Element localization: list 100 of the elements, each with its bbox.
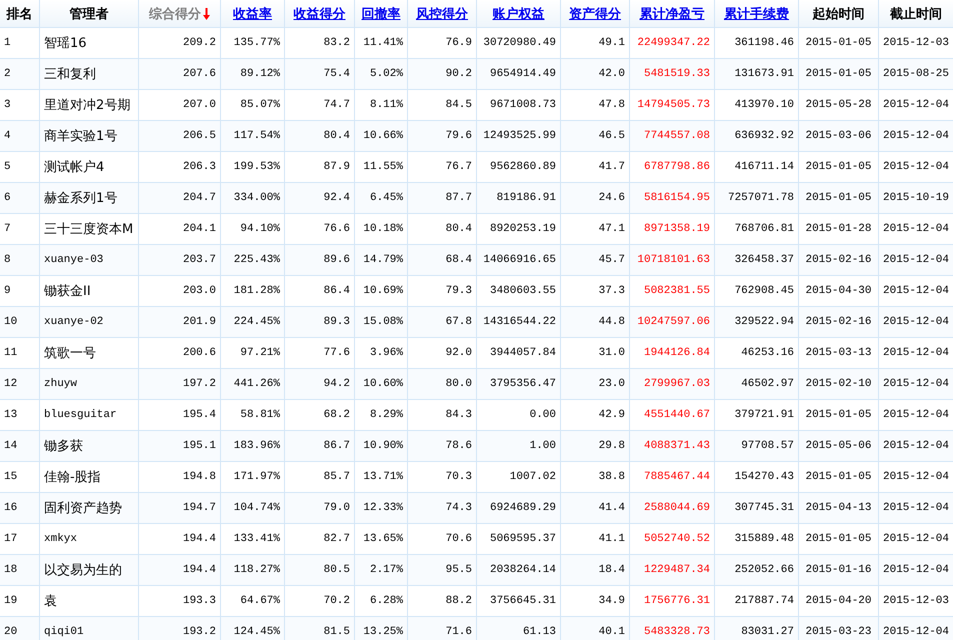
table-cell: 83031.27 (741, 626, 794, 638)
table-cell: 206.3 (182, 161, 216, 173)
table-cell: 1007.02 (510, 471, 556, 483)
manager-name: 商羊实验1号 (44, 128, 118, 145)
table-cell: 195.4 (182, 409, 216, 421)
table-cell: 2015-12-04 (883, 130, 950, 142)
table-cell: 2015-12-04 (883, 254, 950, 266)
table-cell: 762908.45 (734, 285, 794, 297)
table-cell: 10 (4, 316, 18, 328)
table-cell: 7 (4, 223, 11, 235)
table-cell: 1944126.84 (644, 347, 710, 359)
table-cell: 2799967.03 (644, 378, 710, 390)
table-cell: 76.7 (446, 161, 472, 173)
table-cell: 2015-12-04 (883, 285, 950, 297)
sort-link[interactable]: 回撤率 (362, 4, 400, 22)
table-cell: 30720980.49 (483, 37, 556, 49)
table-cell: 217887.74 (734, 595, 794, 607)
table-cell: 6.45% (370, 192, 403, 204)
table-cell: 11.55% (363, 161, 403, 173)
table-cell: 8.29% (370, 409, 403, 421)
table-cell: 201.9 (182, 316, 216, 328)
table-cell: 2015-12-03 (883, 37, 950, 49)
column-header: 排名 (6, 6, 32, 22)
table-cell: 90.2 (446, 68, 472, 80)
sort-link[interactable]: 资产得分 (569, 4, 621, 22)
table-cell: 2015-12-04 (883, 533, 950, 545)
table-cell: 2015-12-04 (883, 564, 950, 576)
table-cell: 94.10% (240, 223, 280, 235)
table-cell: 2015-01-05 (805, 68, 872, 80)
table-cell: 2015-12-04 (883, 440, 950, 452)
table-cell: 117.54% (234, 130, 280, 142)
sort-link[interactable]: 收益得分 (294, 4, 346, 22)
sort-link[interactable]: 风控得分 (416, 4, 468, 22)
table-cell: 74.3 (446, 502, 472, 514)
table-cell: 3944057.84 (490, 347, 556, 359)
table-cell: 85.07% (240, 99, 280, 111)
table-cell: 2015-05-28 (805, 99, 872, 111)
table-cell: 5069595.37 (490, 533, 556, 545)
table-cell: 12.33% (363, 502, 403, 514)
table-cell: 6.28% (370, 595, 403, 607)
table-cell: 15.08% (363, 316, 403, 328)
table-cell: 17 (4, 533, 18, 545)
table-cell: 70.2 (324, 595, 350, 607)
table-cell: 194.4 (182, 564, 216, 576)
manager-name: qiqi01 (44, 626, 84, 638)
table-cell: 6787798.86 (644, 161, 710, 173)
table-cell: 2015-12-04 (883, 378, 950, 390)
table-cell: 37.3 (598, 285, 625, 297)
table-cell: 10718101.63 (637, 254, 710, 266)
table-cell: 2.17% (370, 564, 403, 576)
table-cell: 5.02% (370, 68, 403, 80)
table-cell: 2015-12-04 (883, 99, 950, 111)
table-cell: 183.96% (234, 440, 280, 452)
manager-name: 智瑶16 (44, 35, 87, 52)
table-cell: 4088371.43 (644, 440, 710, 452)
table-cell: 5483328.73 (644, 626, 710, 638)
table-cell: 315889.48 (734, 533, 794, 545)
table-cell: 75.4 (324, 68, 350, 80)
manager-name: 袁 (44, 593, 57, 610)
table-cell: 76.6 (324, 223, 350, 235)
table-cell: 5082381.55 (644, 285, 710, 297)
table-cell: 2015-01-05 (805, 471, 872, 483)
sort-link[interactable]: 收益率 (233, 4, 272, 22)
table-cell: 84.3 (446, 409, 472, 421)
table-cell: 334.00% (234, 192, 280, 204)
table-cell: 5 (4, 161, 11, 173)
table-cell: 2015-01-05 (805, 192, 872, 204)
table-cell: 9562860.89 (490, 161, 556, 173)
manager-name: bluesguitar (44, 409, 117, 421)
table-cell: 5816154.95 (644, 192, 710, 204)
manager-name: 三和复利 (44, 66, 96, 83)
table-cell: 199.53% (234, 161, 280, 173)
table-cell: 42.0 (598, 68, 625, 80)
manager-name: 佳翰-股指 (44, 469, 101, 486)
table-cell: 379721.91 (734, 409, 794, 421)
table-cell: 14316544.22 (483, 316, 556, 328)
table-cell: 97708.57 (741, 440, 794, 452)
table-cell: 2015-04-13 (805, 502, 872, 514)
table-cell: 193.3 (182, 595, 216, 607)
sort-link[interactable]: 账户权益 (492, 4, 544, 22)
table-cell: 7744557.08 (644, 130, 710, 142)
table-cell: 1.00 (530, 440, 556, 452)
table-cell: 42.9 (598, 409, 625, 421)
table-cell: 2015-12-04 (883, 502, 950, 514)
table-cell: 89.12% (240, 68, 280, 80)
table-cell: 13.71% (363, 471, 403, 483)
sort-link[interactable]: 累计净盈亏 (640, 4, 704, 22)
table-cell: 197.2 (182, 378, 216, 390)
table-cell: 81.5 (324, 626, 350, 638)
table-cell: 194.4 (182, 533, 216, 545)
table-cell: 80.4 (324, 130, 350, 142)
sort-link[interactable]: 综合得分 (149, 4, 210, 22)
table-cell: 204.7 (182, 192, 216, 204)
sort-link[interactable]: 累计手续费 (724, 4, 789, 22)
table-cell: 2015-12-04 (883, 471, 950, 483)
table-cell: 7885467.44 (644, 471, 710, 483)
table-cell: 9671008.73 (490, 99, 556, 111)
table-cell: 41.7 (598, 161, 625, 173)
table-cell: 58.81% (240, 409, 280, 421)
table-cell: 3.96% (370, 347, 403, 359)
